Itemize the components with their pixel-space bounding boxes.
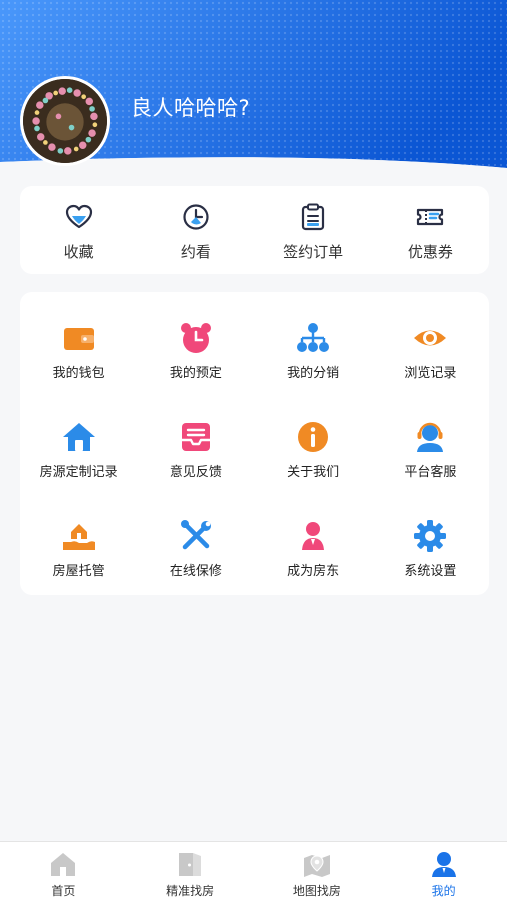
person-icon: [302, 522, 325, 550]
avatar-image: [23, 79, 107, 163]
tool-item-about[interactable]: 关于我们: [255, 419, 372, 518]
tool-label: 系统设置: [404, 564, 457, 579]
gear-icon: [414, 520, 447, 552]
tool-label: 房源定制记录: [39, 465, 118, 480]
quick-item-appointments[interactable]: 约看: [137, 186, 254, 274]
wrench-icon: [180, 520, 211, 550]
info-icon: [298, 422, 329, 452]
tool-item-reservations[interactable]: 我的预定: [137, 320, 254, 419]
tools-card: 我的钱包 我的预定 我的分销 浏览记录 房源定制记录 意见反馈 关于我们 平台客…: [20, 292, 489, 595]
tab-mine[interactable]: 我的: [380, 842, 507, 900]
quick-label: 收藏: [63, 243, 94, 261]
quick-item-coupons[interactable]: 优惠券: [372, 186, 489, 274]
tab-precise-search[interactable]: 精准找房: [127, 842, 254, 900]
tab-home[interactable]: 首页: [0, 842, 127, 900]
quick-label: 签约订单: [283, 243, 344, 261]
tool-label: 成为房东: [287, 564, 340, 579]
tool-item-wallet[interactable]: 我的钱包: [20, 320, 137, 419]
quick-label: 优惠券: [407, 243, 453, 261]
eye-icon: [414, 330, 447, 346]
tab-label: 首页: [51, 884, 76, 898]
org-chart-icon: [297, 323, 330, 352]
quick-actions-card: 收藏 约看 签约订单 优惠券: [20, 186, 489, 274]
tool-label: 我的钱包: [52, 366, 105, 381]
house-icon: [62, 423, 95, 451]
tool-item-become-landlord[interactable]: 成为房东: [255, 518, 372, 617]
clipboard-icon: [302, 203, 325, 231]
tool-label: 房屋托管: [52, 564, 105, 579]
inbox-icon: [181, 423, 210, 451]
tool-item-repair[interactable]: 在线保修: [137, 518, 254, 617]
home-icon: [51, 853, 76, 876]
tool-label: 关于我们: [287, 465, 340, 480]
tool-item-distribution[interactable]: 我的分销: [255, 320, 372, 419]
tool-item-property-management[interactable]: 房屋托管: [20, 518, 137, 617]
tool-item-history[interactable]: 浏览记录: [372, 320, 489, 419]
tool-label: 平台客服: [404, 465, 457, 480]
tool-item-settings[interactable]: 系统设置: [372, 518, 489, 617]
tool-label: 浏览记录: [404, 366, 457, 381]
username[interactable]: 良人哈哈哈?: [131, 92, 250, 122]
coupon-icon: [417, 208, 444, 226]
tool-row: 房屋托管 在线保修 成为房东 系统设置: [20, 518, 489, 617]
alarm-clock-icon: [180, 323, 211, 353]
bottom-tab-bar: 首页 精准找房 地图找房 我的: [0, 841, 507, 900]
tool-label: 我的预定: [169, 366, 222, 381]
tab-label: 地图找房: [292, 884, 341, 898]
avatar[interactable]: [20, 76, 110, 166]
tool-label: 我的分销: [287, 366, 340, 381]
tool-label: 在线保修: [169, 564, 222, 579]
tool-item-support[interactable]: 平台客服: [372, 419, 489, 518]
wallet-icon: [63, 328, 94, 350]
tab-map-search[interactable]: 地图找房: [254, 842, 381, 900]
tool-row: 房源定制记录 意见反馈 关于我们 平台客服: [20, 419, 489, 518]
tab-label: 精准找房: [166, 884, 215, 898]
tool-item-feedback[interactable]: 意见反馈: [137, 419, 254, 518]
user-icon: [431, 852, 456, 877]
tab-label: 我的: [431, 884, 456, 898]
headset-icon: [417, 422, 444, 452]
hand-house-icon: [62, 524, 95, 550]
profile-header: 良人哈哈哈?: [0, 0, 507, 200]
tool-item-custom-listing[interactable]: 房源定制记录: [20, 419, 137, 518]
map-icon: [303, 855, 330, 877]
quick-label: 约看: [180, 243, 211, 261]
clock-icon: [183, 204, 209, 230]
tool-label: 意见反馈: [169, 465, 222, 480]
heart-icon: [65, 204, 92, 229]
quick-item-favorites[interactable]: 收藏: [20, 186, 137, 274]
quick-item-orders[interactable]: 签约订单: [255, 186, 372, 274]
tool-row: 我的钱包 我的预定 我的分销 浏览记录: [20, 320, 489, 419]
door-icon: [179, 853, 202, 876]
